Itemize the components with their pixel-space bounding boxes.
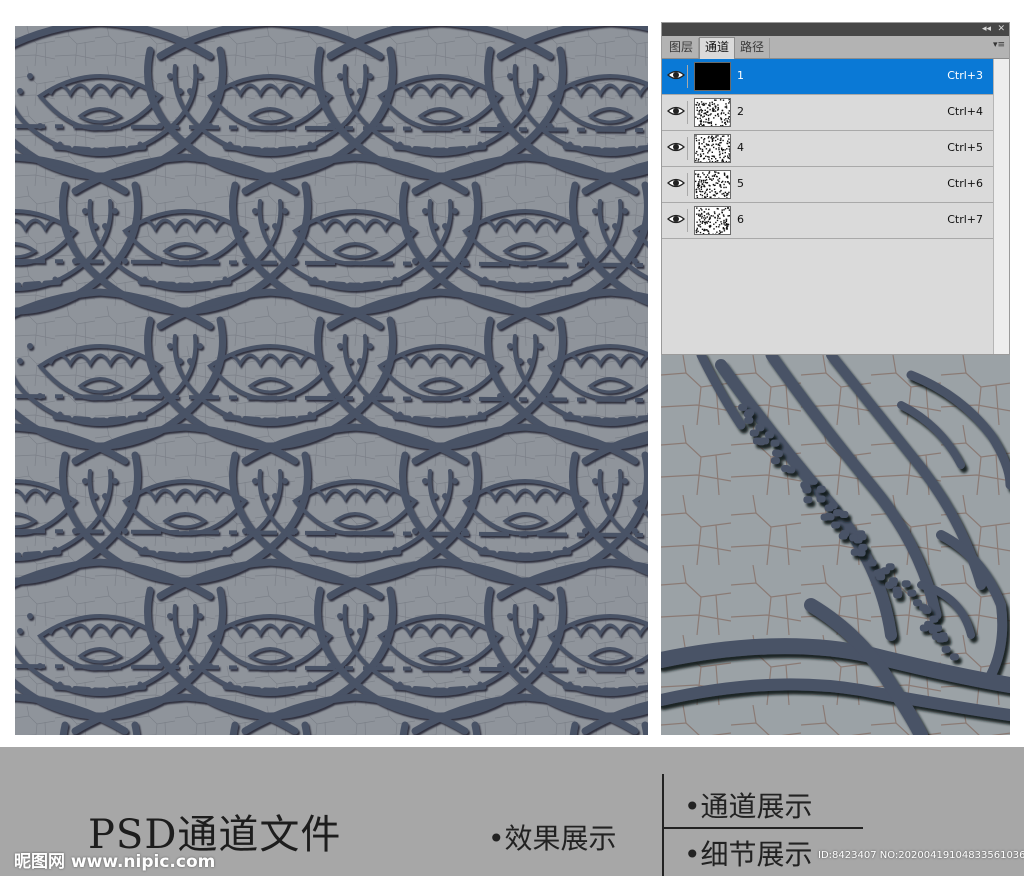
- channel-thumbnail: [694, 62, 731, 91]
- tab-channels[interactable]: 通道: [699, 37, 736, 59]
- eye-icon[interactable]: [666, 65, 688, 88]
- panel-titlebar: ◂◂ ✕: [662, 23, 1009, 36]
- channel-shortcut: Ctrl+6: [947, 177, 983, 190]
- channel-thumbnail: [694, 206, 731, 235]
- panel-scrollbar[interactable]: [993, 59, 1009, 354]
- channel-row[interactable]: 5 Ctrl+6: [662, 167, 995, 203]
- lace-pattern-image: [15, 26, 648, 735]
- caption-divider-horizontal: [663, 827, 863, 829]
- eye-icon[interactable]: [666, 173, 688, 196]
- caption-bar: PSD通道文件 •效果展示 •通道展示 •细节展示 昵图网 www.nipic.…: [0, 747, 1024, 876]
- collapse-icon[interactable]: ◂◂: [982, 23, 991, 36]
- channel-thumbnail: [694, 170, 731, 199]
- eye-icon[interactable]: [666, 137, 688, 160]
- channel-name: 4: [737, 141, 744, 154]
- watermark-site: 昵图网 www.nipic.com: [14, 852, 216, 872]
- channel-shortcut: Ctrl+4: [947, 105, 983, 118]
- texture-preview: [15, 26, 648, 735]
- channel-name: 5: [737, 177, 744, 190]
- caption-detail: •细节展示: [684, 838, 813, 871]
- watermark-id: ID:8423407 NO:20200419104833561036: [818, 850, 1024, 861]
- detail-pattern-image: [661, 355, 1010, 735]
- channel-shortcut: Ctrl+5: [947, 141, 983, 154]
- caption-channel: •通道展示: [684, 790, 813, 823]
- channel-name: 1: [737, 69, 744, 82]
- channel-name: 2: [737, 105, 744, 118]
- panel-tabs: 图层 通道 路径 ▾≡: [662, 36, 1009, 59]
- caption-effect: •效果展示: [488, 822, 617, 855]
- eye-icon[interactable]: [666, 209, 688, 232]
- eye-icon[interactable]: [666, 101, 688, 124]
- channel-shortcut: Ctrl+3: [947, 69, 983, 82]
- channel-row[interactable]: 1 Ctrl+3: [662, 59, 995, 95]
- channel-row[interactable]: 4 Ctrl+5: [662, 131, 995, 167]
- detail-preview: [661, 355, 1010, 735]
- channel-thumbnail: [694, 134, 731, 163]
- channel-row[interactable]: 2 Ctrl+4: [662, 95, 995, 131]
- channel-row[interactable]: 6 Ctrl+7: [662, 203, 995, 239]
- channels-panel: ◂◂ ✕ 图层 通道 路径 ▾≡ 1 Ctrl+3 2 Ctrl+4 4 Ctrl+5 5 C…: [661, 22, 1010, 355]
- channel-list: 1 Ctrl+3 2 Ctrl+4 4 Ctrl+5 5 Ctrl+6 6 Ctrl+7: [662, 59, 995, 239]
- channel-shortcut: Ctrl+7: [947, 213, 983, 226]
- channel-thumbnail: [694, 98, 731, 127]
- caption-divider-vertical: [662, 774, 664, 876]
- channel-name: 6: [737, 213, 744, 226]
- tab-paths[interactable]: 路径: [735, 38, 771, 58]
- tab-layers[interactable]: 图层: [664, 38, 700, 58]
- close-icon[interactable]: ✕: [997, 23, 1005, 36]
- panel-menu-icon[interactable]: ▾≡: [993, 40, 1005, 50]
